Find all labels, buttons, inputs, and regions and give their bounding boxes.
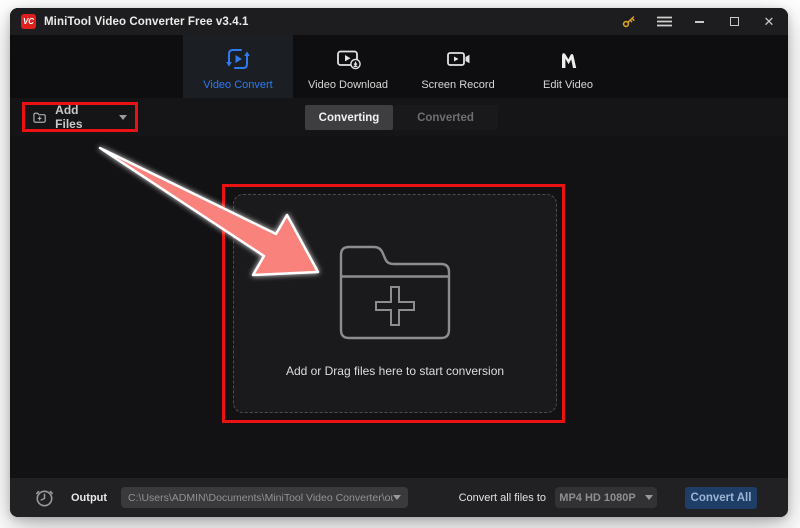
- schedule-clock-icon[interactable]: [34, 487, 55, 508]
- add-folder-icon: [33, 111, 46, 124]
- main-area: Add or Drag files here to start conversi…: [10, 136, 788, 478]
- add-files-button[interactable]: Add Files: [22, 102, 138, 132]
- tab-screen-record[interactable]: Screen Record: [403, 35, 513, 98]
- output-format-value: MP4 HD 1080P: [559, 492, 635, 504]
- video-convert-icon: [225, 46, 251, 72]
- add-files-label: Add Files: [55, 103, 106, 131]
- tab-label: Video Convert: [203, 79, 273, 91]
- chevron-down-icon: [119, 115, 127, 120]
- folder-plus-icon: [334, 237, 456, 347]
- screen-record-icon: [445, 46, 471, 72]
- convert-to-label: Convert all files to: [459, 492, 546, 504]
- chevron-down-icon: [645, 495, 653, 500]
- tab-video-download[interactable]: Video Download: [293, 35, 403, 98]
- tab-label: Screen Record: [421, 79, 494, 91]
- bottom-bar: Output C:\Users\ADMIN\Documents\MiniTool…: [10, 478, 788, 517]
- close-button[interactable]: ✕: [761, 14, 777, 30]
- tab-converting[interactable]: Converting: [305, 105, 393, 130]
- chevron-down-icon: [393, 495, 401, 500]
- output-format-select[interactable]: MP4 HD 1080P: [555, 487, 657, 508]
- app-title: MiniTool Video Converter Free v3.4.1: [44, 16, 248, 28]
- license-key-icon[interactable]: [621, 14, 637, 30]
- tab-label: Edit Video: [543, 79, 593, 91]
- title-bar: VC MiniTool Video Converter Free v3.4.1 …: [10, 8, 788, 35]
- drop-zone-message: Add or Drag files here to start conversi…: [286, 364, 504, 378]
- tab-label: Video Download: [308, 79, 388, 91]
- app-logo-icon: VC: [21, 14, 36, 29]
- app-window: VC MiniTool Video Converter Free v3.4.1 …: [10, 8, 788, 517]
- output-path-value: C:\Users\ADMIN\Documents\MiniTool Video …: [128, 492, 393, 504]
- convert-all-button[interactable]: Convert All: [685, 487, 757, 509]
- edit-video-icon: [557, 46, 579, 72]
- minimize-button[interactable]: [691, 14, 707, 30]
- main-nav: Video Convert Video Download: [10, 35, 788, 98]
- hamburger-menu-icon[interactable]: [656, 14, 672, 30]
- output-path-field[interactable]: C:\Users\ADMIN\Documents\MiniTool Video …: [121, 487, 408, 508]
- output-label: Output: [71, 492, 107, 504]
- tab-converted[interactable]: Converted: [393, 105, 498, 130]
- maximize-button[interactable]: [726, 14, 742, 30]
- conversion-view-tabs: Converting Converted: [305, 105, 498, 130]
- tab-edit-video[interactable]: Edit Video: [513, 35, 623, 98]
- toolbar: Add Files Converting Converted: [10, 98, 788, 136]
- video-download-icon: [335, 46, 362, 72]
- drop-zone[interactable]: Add or Drag files here to start conversi…: [233, 194, 557, 413]
- tab-video-convert[interactable]: Video Convert: [183, 35, 293, 98]
